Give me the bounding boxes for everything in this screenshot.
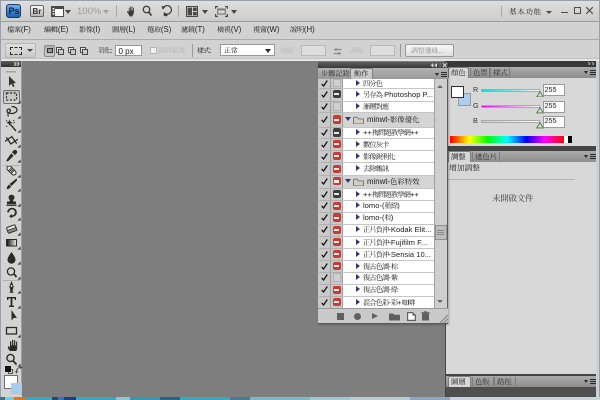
svg-text:(W): (W) (267, 25, 280, 34)
svg-text:-: - (388, 285, 391, 294)
svg-text:-: - (388, 273, 391, 282)
svg-text:++: ++ (410, 128, 419, 137)
svg-text:(E): (E) (58, 25, 69, 34)
svg-text::: : (110, 48, 112, 55)
svg-text:): ) (391, 213, 394, 222)
svg-text::: : (362, 48, 364, 55)
svg-text:++: ++ (410, 190, 419, 199)
svg-text:Photoshop P...: Photoshop P... (382, 90, 433, 99)
svg-text:-Kodak Elit...: -Kodak Elit... (388, 225, 431, 234)
svg-text:...: ... (438, 46, 444, 55)
svg-text:minwt-: minwt- (367, 115, 390, 124)
svg-text:-: - (388, 298, 391, 307)
svg-text:): ) (397, 201, 400, 210)
svg-text:(L): (L) (126, 25, 136, 34)
svg-text:minwt-: minwt- (367, 177, 390, 186)
svg-text:(H): (H) (304, 25, 315, 34)
svg-text:++: ++ (363, 128, 372, 137)
svg-text::: : (293, 48, 295, 55)
svg-text:lomo-(: lomo-( (363, 213, 385, 222)
svg-text:(I): (I) (93, 25, 101, 34)
svg-text:-: - (388, 262, 391, 271)
svg-text:-Sensia 10...: -Sensia 10... (388, 250, 431, 259)
svg-text:(S): (S) (161, 25, 172, 34)
svg-text:++: ++ (363, 190, 372, 199)
svg-text:(V): (V) (231, 25, 242, 34)
svg-text::: : (210, 48, 212, 55)
svg-text:(T): (T) (195, 25, 205, 34)
svg-text:lomo-(: lomo-( (363, 201, 385, 210)
svg-text:(F): (F) (21, 25, 31, 34)
svg-text:+: + (397, 298, 402, 307)
svg-text:-Fujifilm F...: -Fujifilm F... (388, 238, 427, 247)
